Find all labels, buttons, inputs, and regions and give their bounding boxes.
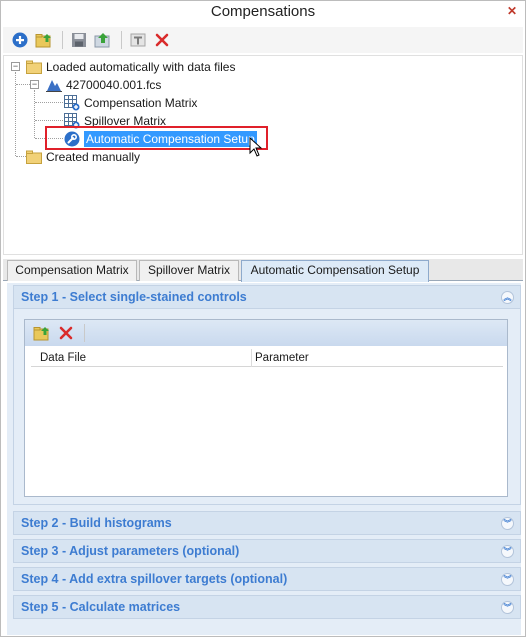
step-1-body: Data File Parameter xyxy=(13,309,521,505)
histogram-icon xyxy=(46,77,62,93)
mouse-pointer-icon xyxy=(249,137,263,157)
grid-header: Data File Parameter xyxy=(31,349,503,367)
matrix-icon xyxy=(64,95,80,111)
collapse-toggle[interactable]: − xyxy=(11,62,20,71)
expand-chevron-icon[interactable]: ︾ xyxy=(501,573,514,586)
tree-node-label: Created manually xyxy=(46,150,141,164)
step-2-header[interactable]: Step 2 - Build histograms ︾ xyxy=(13,511,521,535)
remove-file-button[interactable] xyxy=(55,322,77,344)
column-header-parameter[interactable]: Parameter xyxy=(255,352,309,364)
wizard-panel: Step 1 - Select single-stained controls … xyxy=(7,283,521,635)
import-folder-icon xyxy=(35,34,51,48)
step-1-header[interactable]: Step 1 - Select single-stained controls … xyxy=(13,285,521,309)
tree-node-label: Loaded automatically with data files xyxy=(46,60,236,74)
tree-node-fcs-file[interactable]: 42700040.001.fcs xyxy=(46,76,161,94)
expand-chevron-icon[interactable]: ︾ xyxy=(501,545,514,558)
save-button[interactable] xyxy=(68,29,90,51)
column-header-data-file[interactable]: Data File xyxy=(40,352,86,364)
step-title: Step 4 - Add extra spillover targets (op… xyxy=(21,572,288,586)
close-icon[interactable]: ✕ xyxy=(505,4,519,18)
add-file-button[interactable] xyxy=(31,322,53,344)
add-icon xyxy=(12,32,28,48)
tab-strip: Compensation Matrix Spillover Matrix Aut… xyxy=(3,259,523,282)
main-toolbar xyxy=(3,27,523,53)
tab-label: Spillover Matrix xyxy=(147,263,231,277)
delete-button[interactable] xyxy=(151,29,173,51)
collapse-chevron-icon[interactable]: ︽ xyxy=(501,291,514,304)
folder-icon xyxy=(26,149,42,165)
compensation-tree: − Loaded automatically with data files −… xyxy=(3,55,523,255)
step-title: Step 5 - Calculate matrices xyxy=(21,600,181,614)
step-4-header[interactable]: Step 4 - Add extra spillover targets (op… xyxy=(13,567,521,591)
add-button[interactable] xyxy=(9,29,31,51)
compensations-window: Compensations ✕ − Loaded automatically w… xyxy=(0,0,526,637)
tree-node-created-manually[interactable]: Created manually xyxy=(26,148,140,166)
window-title: Compensations xyxy=(210,3,316,20)
tab-label: Compensation Matrix xyxy=(15,263,129,277)
expand-chevron-icon[interactable]: ︾ xyxy=(501,517,514,530)
toolbar-divider xyxy=(84,324,85,342)
step-5-header[interactable]: Step 5 - Calculate matrices ︾ xyxy=(13,595,521,619)
tab-spillover-matrix[interactable]: Spillover Matrix xyxy=(139,260,239,281)
window-titlebar: Compensations ✕ xyxy=(1,1,525,25)
step-3-header[interactable]: Step 3 - Adjust parameters (optional) ︾ xyxy=(13,539,521,563)
tab-compensation-matrix[interactable]: Compensation Matrix xyxy=(7,260,137,281)
import-button[interactable] xyxy=(33,29,55,51)
tree-node-label: 42700040.001.fcs xyxy=(66,78,162,92)
rename-icon xyxy=(130,33,146,47)
delete-icon xyxy=(59,326,73,340)
controls-grid-container: Data File Parameter xyxy=(24,319,508,497)
delete-icon xyxy=(155,33,169,47)
highlight-annotation-box xyxy=(45,126,268,150)
step-title: Step 3 - Adjust parameters (optional) xyxy=(21,544,240,558)
rename-button[interactable] xyxy=(127,29,149,51)
import-folder-icon xyxy=(33,327,49,341)
expand-chevron-icon[interactable]: ︾ xyxy=(501,601,514,614)
step-title: Step 1 - Select single-stained controls xyxy=(21,290,247,304)
tree-node-compensation-matrix[interactable]: Compensation Matrix xyxy=(64,94,197,112)
controls-toolbar xyxy=(25,320,507,346)
step-title: Step 2 - Build histograms xyxy=(21,516,172,530)
toolbar-divider xyxy=(121,31,122,49)
tree-node-label: Compensation Matrix xyxy=(84,96,198,110)
save-icon xyxy=(72,33,86,47)
toolbar-divider xyxy=(62,31,63,49)
export-button[interactable] xyxy=(92,29,114,51)
export-icon xyxy=(94,33,110,48)
tab-label: Automatic Compensation Setup xyxy=(250,263,420,277)
collapse-toggle[interactable]: − xyxy=(30,80,39,89)
tree-node-loaded-automatically[interactable]: Loaded automatically with data files xyxy=(26,58,235,76)
column-divider[interactable] xyxy=(251,349,252,367)
folder-icon xyxy=(26,59,42,75)
tab-automatic-compensation-setup[interactable]: Automatic Compensation Setup xyxy=(241,260,429,282)
